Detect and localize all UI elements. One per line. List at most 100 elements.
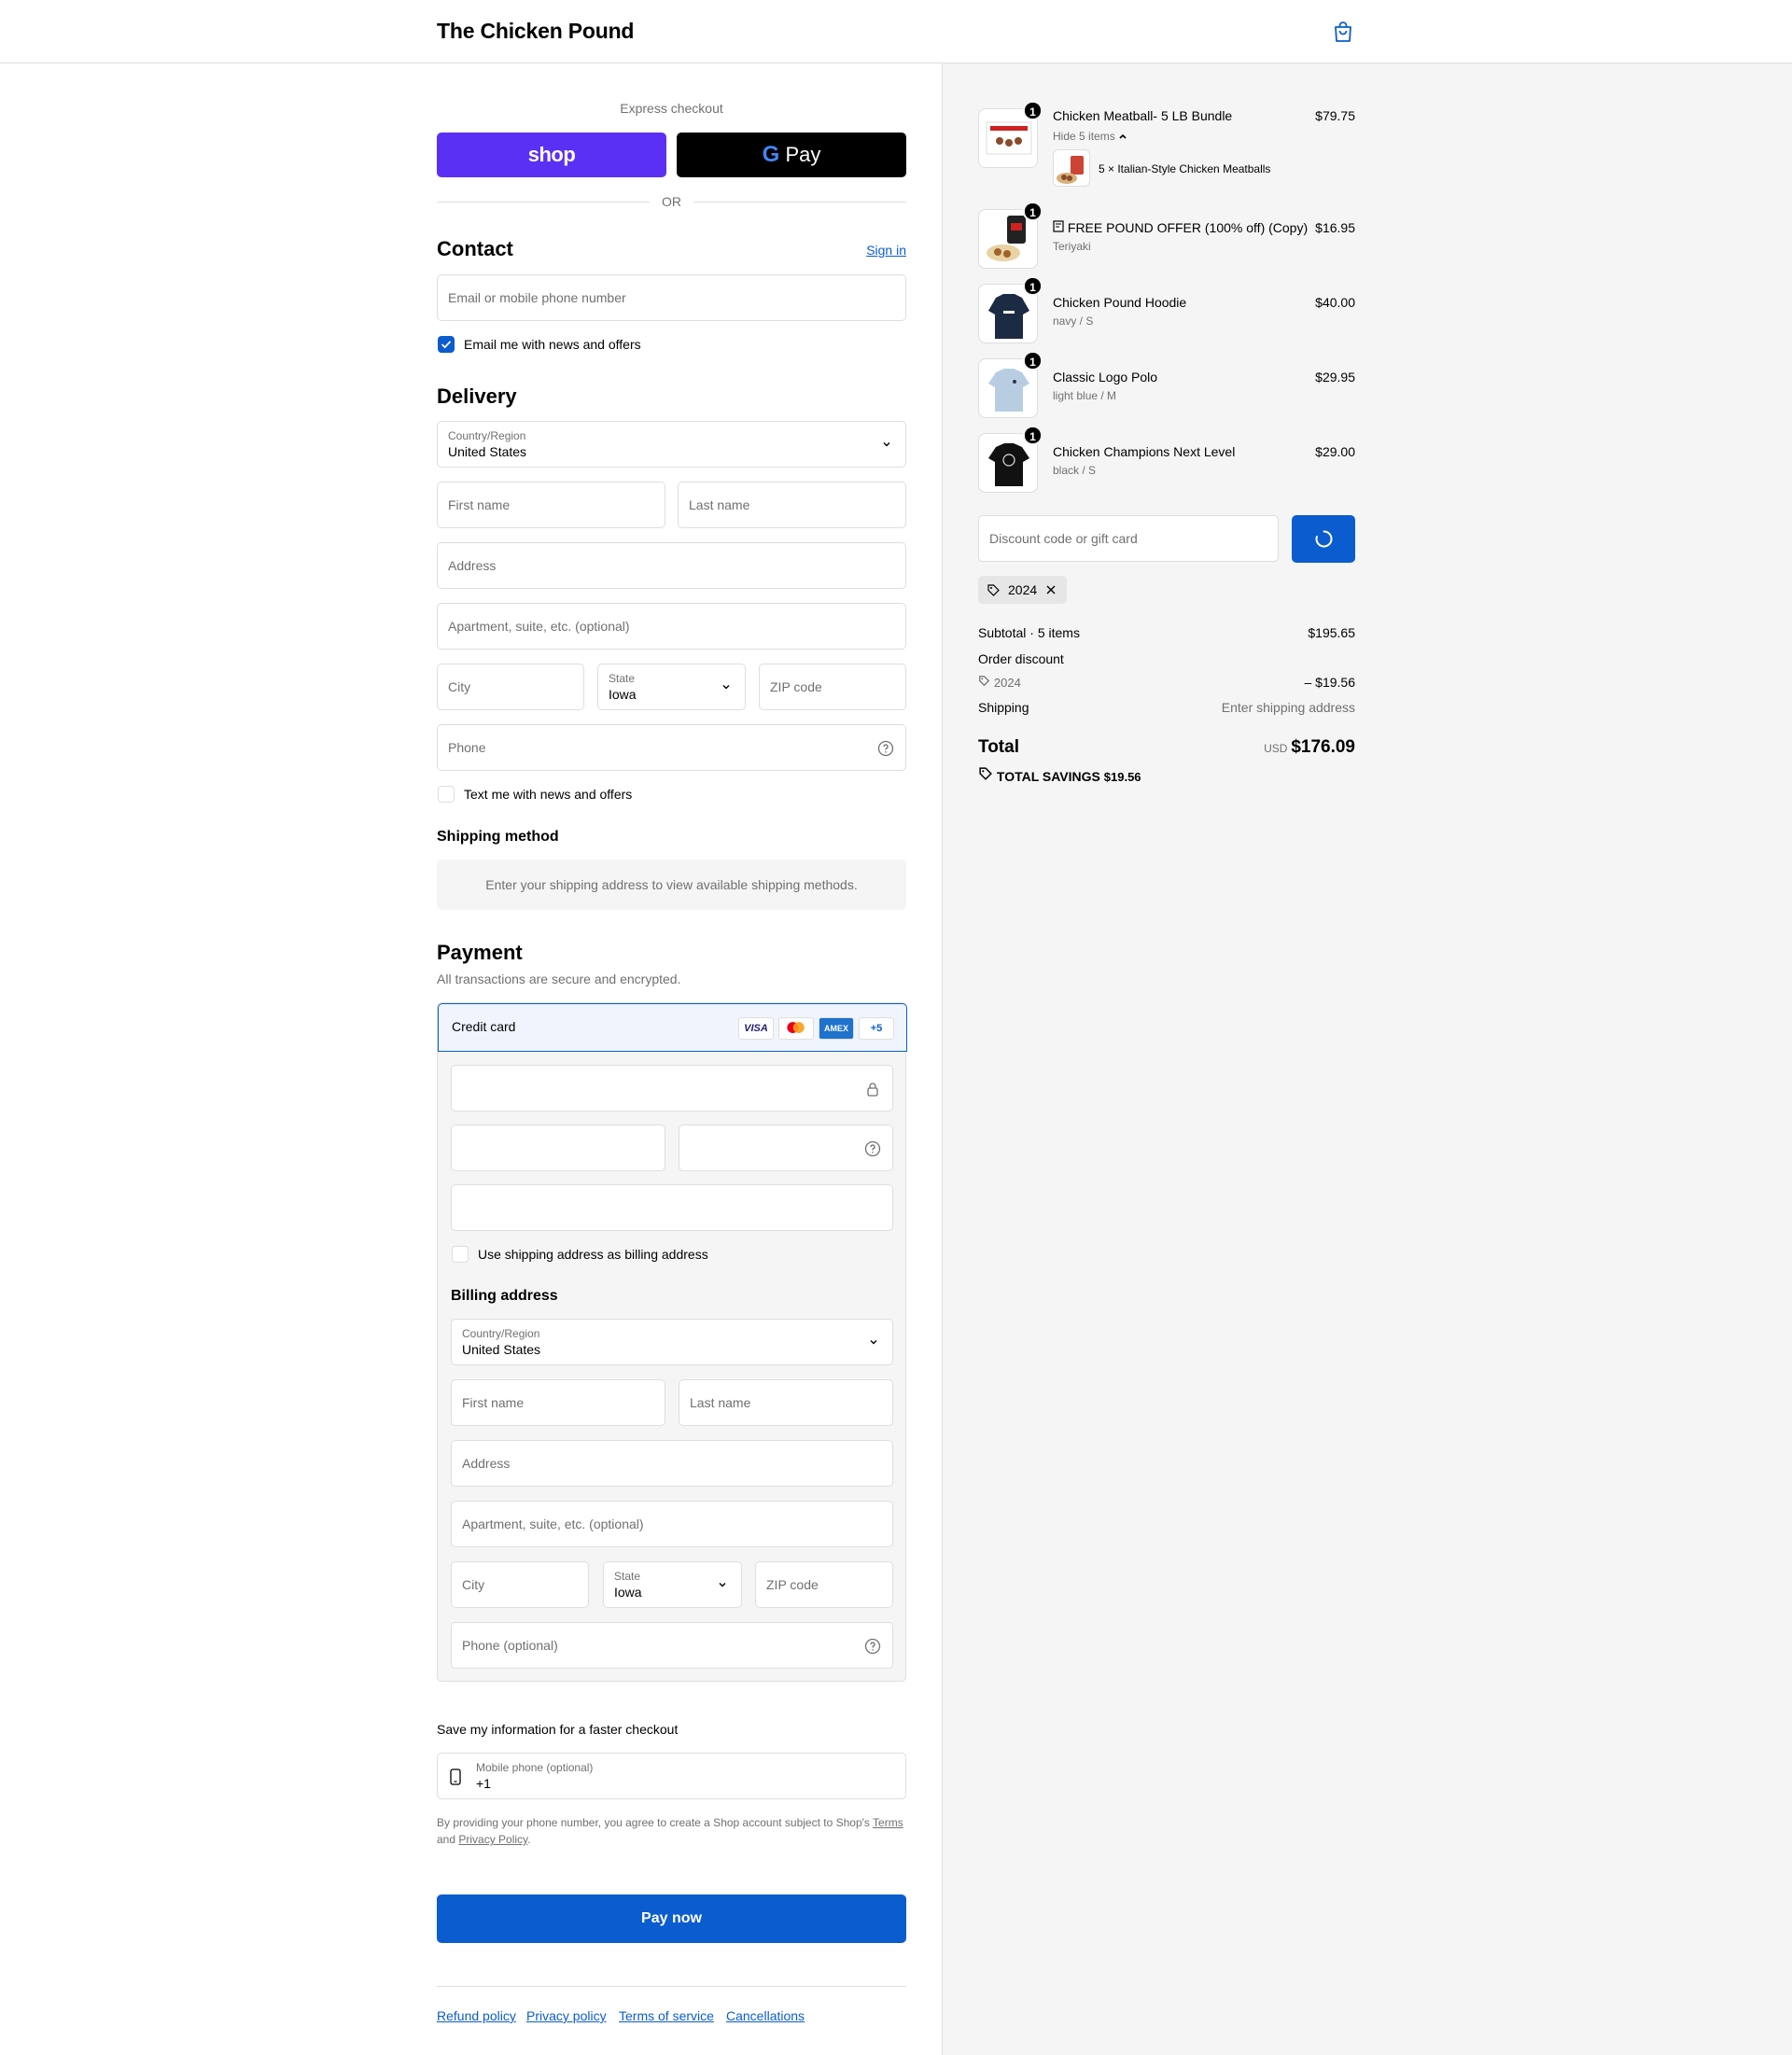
billing-state-select[interactable]: State Iowa <box>603 1561 742 1608</box>
shop-privacy-link[interactable]: Privacy Policy <box>458 1833 527 1846</box>
product-variant: Teriyaki <box>1053 240 1091 253</box>
google-pay-label: Pay <box>785 143 821 166</box>
help-circle-icon[interactable] <box>877 740 894 757</box>
billing-zip-field[interactable]: ZIP code <box>755 1561 893 1608</box>
product-variant: light blue / M <box>1053 389 1117 402</box>
total-row: Total USD $176.09 <box>978 737 1355 762</box>
first-name-field[interactable]: First name <box>437 482 665 528</box>
google-pay-button[interactable]: G Pay <box>677 133 906 177</box>
divider-right <box>693 202 906 203</box>
billing-phone-placeholder: Phone (optional) <box>462 1638 558 1653</box>
chevron-up-icon <box>1119 133 1127 139</box>
apply-discount-button[interactable] <box>1292 515 1355 563</box>
use-shipping-checkbox[interactable] <box>452 1246 469 1263</box>
more-cards-badge: +5 <box>859 1017 894 1040</box>
express-checkout-title: Express checkout <box>620 101 723 116</box>
zip-field[interactable]: ZIP code <box>759 664 906 710</box>
order-discount-label: Order discount <box>978 651 1064 666</box>
footer-divider <box>437 1986 906 1987</box>
quantity-badge: 1 <box>1023 101 1043 120</box>
card-expiry-field[interactable] <box>451 1125 665 1171</box>
country-select[interactable]: Country/Region United States <box>437 421 906 468</box>
hide-items-toggle[interactable]: Hide 5 items <box>1053 130 1127 143</box>
apartment-field[interactable]: Apartment, suite, etc. (optional) <box>437 603 906 650</box>
chevron-down-icon <box>722 685 730 690</box>
shipping-row: Shipping Enter shipping address <box>978 700 1355 715</box>
billing-heading: Billing address <box>451 1288 558 1304</box>
pay-now-button[interactable]: Pay now <box>437 1894 906 1943</box>
billing-address-field[interactable]: Address <box>451 1440 893 1487</box>
hide-items-label: Hide 5 items <box>1053 130 1115 143</box>
card-name-field[interactable] <box>451 1184 893 1231</box>
city-field[interactable]: City <box>437 664 584 710</box>
page-header: The Chicken Pound <box>0 0 1792 63</box>
address-field[interactable]: Address <box>437 542 906 589</box>
shipping-method-box: Enter your shipping address to view avai… <box>437 860 906 910</box>
total-savings-label: TOTAL SAVINGS <box>996 769 1100 784</box>
mobile-phone-field[interactable]: Mobile phone (optional) +1 <box>437 1753 906 1799</box>
shopping-bag-icon[interactable] <box>1333 21 1353 43</box>
help-circle-icon[interactable] <box>864 1638 881 1655</box>
billing-last-name-field[interactable]: Last name <box>679 1379 893 1426</box>
address-placeholder: Address <box>448 558 497 573</box>
mobile-phone-label: Mobile phone (optional) <box>476 1761 594 1774</box>
subtotal-row: Subtotal · 5 items $195.65 <box>978 625 1355 640</box>
shop-pay-button[interactable]: shop <box>437 133 666 177</box>
discount-placeholder: Discount code or gift card <box>989 531 1138 546</box>
card-cvv-field[interactable] <box>679 1125 893 1171</box>
save-info-heading: Save my information for a faster checkou… <box>437 1722 679 1737</box>
billing-apartment-field[interactable]: Apartment, suite, etc. (optional) <box>451 1501 893 1547</box>
billing-first-name-placeholder: First name <box>462 1395 525 1410</box>
product-price: $40.00 <box>1315 295 1355 310</box>
email-optin-label: Email me with news and offers <box>464 337 641 352</box>
billing-state-label: State <box>614 1570 641 1583</box>
country-value: United States <box>448 444 527 459</box>
credit-card-option[interactable]: Credit card VISA AMEX +5 <box>438 1003 907 1052</box>
payment-heading: Payment <box>437 941 523 964</box>
store-name[interactable]: The Chicken Pound <box>437 19 634 44</box>
shipping-label: Shipping <box>978 700 1029 715</box>
cancellations-link[interactable]: Cancellations <box>726 2008 805 2023</box>
credit-card-label: Credit card <box>452 1019 516 1034</box>
legal-and: and <box>437 1833 456 1846</box>
billing-zip-placeholder: ZIP code <box>766 1577 819 1592</box>
help-circle-icon[interactable] <box>864 1140 881 1157</box>
zip-placeholder: ZIP code <box>770 679 822 694</box>
subtotal-label: Subtotal · 5 items <box>978 625 1080 640</box>
visa-label: VISA <box>744 1023 768 1034</box>
applied-discount-tag: 2024 <box>978 576 1067 604</box>
mastercard-icon <box>778 1017 814 1040</box>
refund-policy-link[interactable]: Refund policy <box>437 2008 516 2023</box>
more-cards-label: +5 <box>870 1023 883 1034</box>
product-variant: black / S <box>1053 464 1097 477</box>
remove-discount-icon[interactable] <box>1045 584 1057 595</box>
discount-code-field[interactable]: Discount code or gift card <box>978 515 1279 562</box>
product-price: $29.00 <box>1315 444 1355 459</box>
order-discount-row: Order discount <box>978 651 1355 666</box>
mobile-phone-value: +1 <box>476 1776 491 1791</box>
shop-terms-link[interactable]: Terms <box>873 1816 903 1829</box>
billing-first-name-field[interactable]: First name <box>451 1379 665 1426</box>
card-number-field[interactable] <box>451 1065 893 1111</box>
product-price: $29.95 <box>1315 370 1355 384</box>
text-optin-checkbox[interactable] <box>438 786 455 803</box>
sign-in-link[interactable]: Sign in <box>866 243 906 258</box>
billing-city-field[interactable]: City <box>451 1561 589 1608</box>
terms-of-service-link[interactable]: Terms of service <box>619 2008 714 2023</box>
phone-field[interactable]: Phone <box>437 724 906 771</box>
billing-phone-field[interactable]: Phone (optional) <box>451 1622 893 1669</box>
spinner-icon <box>1315 530 1333 548</box>
last-name-field[interactable]: Last name <box>678 482 906 528</box>
total-value: $176.09 <box>1291 737 1355 757</box>
billing-country-select[interactable]: Country/Region United States <box>451 1319 893 1365</box>
quantity-badge: 1 <box>1023 202 1043 221</box>
privacy-policy-link[interactable]: Privacy policy <box>526 2008 607 2023</box>
chevron-down-icon <box>883 442 890 447</box>
applied-code: 2024 <box>1008 582 1038 597</box>
subtotal-value: $195.65 <box>1308 625 1355 640</box>
quantity-badge: 1 <box>1023 426 1043 445</box>
email-field[interactable]: Email or mobile phone number <box>437 274 906 321</box>
email-optin-checkbox[interactable] <box>438 336 455 353</box>
state-select[interactable]: State Iowa <box>597 664 746 710</box>
mastercard-circles <box>787 1022 805 1034</box>
